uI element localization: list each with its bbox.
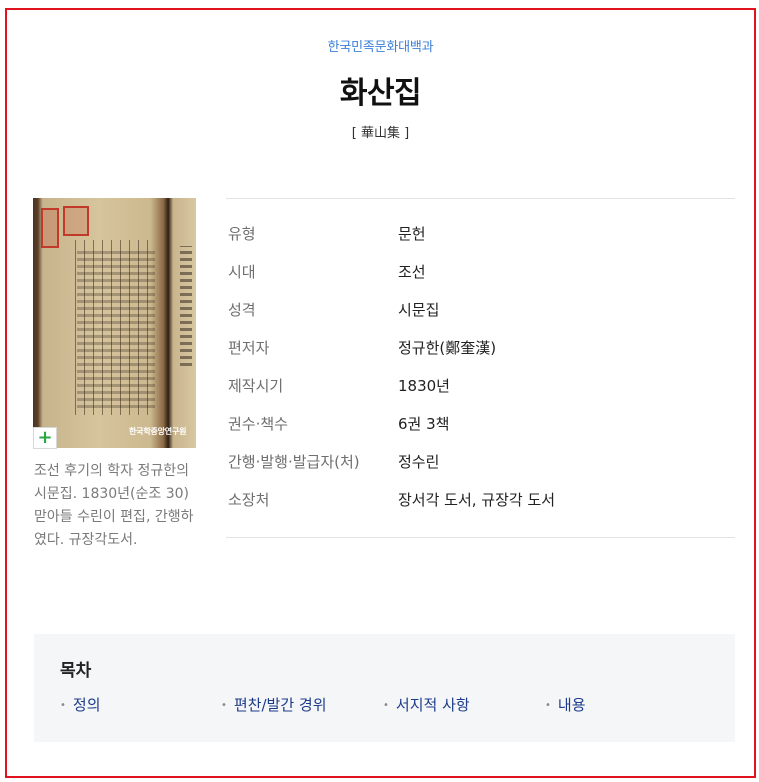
article-frame: 한국민족문화대백과 화산집 [ 華山集 ] 한국학중앙연구원 + 조선 후기의 …: [5, 8, 756, 778]
classical-text-columns: [180, 246, 192, 366]
info-row: 간행·발행·발급자(처) 정수린: [226, 447, 735, 477]
info-value: 문헌: [398, 225, 426, 243]
bullet-icon: •: [221, 700, 227, 711]
bullet-icon: •: [60, 700, 66, 711]
expand-image-button[interactable]: +: [33, 427, 57, 449]
toc-item-compilation[interactable]: • 편찬/발간 경위: [221, 694, 327, 715]
info-label: 소장처: [228, 491, 270, 509]
encyclopedia-link[interactable]: 한국민족문화대백과: [7, 36, 754, 55]
info-value: 1830년: [398, 377, 450, 395]
info-value: 시문집: [398, 301, 440, 319]
toc-item-label: 서지적 사항: [395, 696, 470, 714]
info-row: 시대 조선: [226, 257, 735, 287]
plus-icon: +: [37, 427, 53, 448]
info-value: 6권 3책: [398, 415, 450, 433]
toc-item-bibliography[interactable]: • 서지적 사항: [383, 694, 470, 715]
article-summary: 조선 후기의 학자 정규한의 시문집. 1830년(순조 30) 맏아들 수린이…: [34, 463, 194, 548]
table-of-contents: 목차 • 정의 • 편찬/발간 경위 • 서지적 사항 • 내용: [34, 634, 735, 742]
info-row: 제작시기 1830년: [226, 371, 735, 401]
bullet-icon: •: [383, 700, 389, 711]
toc-item-definition[interactable]: • 정의: [60, 694, 101, 715]
info-row: 성격 시문집: [226, 295, 735, 325]
toc-item-label: 정의: [72, 696, 101, 714]
info-value: 정규한(鄭奎漢): [398, 339, 497, 357]
info-value: 장서각 도서, 규장각 도서: [398, 491, 556, 509]
info-label: 간행·발행·발급자(처): [228, 453, 360, 471]
aks-logo: 한국학중앙연구원: [129, 427, 187, 436]
info-label: 성격: [228, 301, 256, 319]
info-row: 권수·책수 6권 3책: [226, 409, 735, 439]
info-value: 정수린: [398, 453, 440, 471]
info-row: 유형 문헌: [226, 219, 735, 249]
toc-title: 목차: [60, 661, 92, 681]
red-seal-stamp: [41, 208, 59, 248]
info-label: 시대: [228, 263, 256, 281]
page-title: 화산집: [339, 76, 422, 111]
info-label: 유형: [228, 225, 256, 243]
hanja-title: [ 華山集 ]: [351, 126, 410, 141]
toc-item-label: 내용: [557, 696, 586, 714]
toc-item-content[interactable]: • 내용: [545, 694, 586, 715]
info-value: 조선: [398, 263, 426, 281]
info-label: 제작시기: [228, 377, 284, 395]
info-row: 편저자 정규한(鄭奎漢): [226, 333, 735, 363]
info-row: 소장처 장서각 도서, 규장각 도서: [226, 485, 735, 515]
toc-item-label: 편찬/발간 경위: [233, 696, 327, 714]
info-label: 편저자: [228, 339, 270, 357]
bullet-icon: •: [545, 700, 551, 711]
classical-text-columns: [77, 248, 155, 408]
red-seal-stamp: [63, 206, 89, 236]
info-table: 유형 문헌 시대 조선 성격 시문집 편저자 정규한(鄭奎漢) 제작시기 183…: [226, 198, 735, 538]
book-thumbnail-image[interactable]: 한국학중앙연구원: [33, 198, 196, 448]
info-label: 권수·책수: [228, 415, 288, 433]
